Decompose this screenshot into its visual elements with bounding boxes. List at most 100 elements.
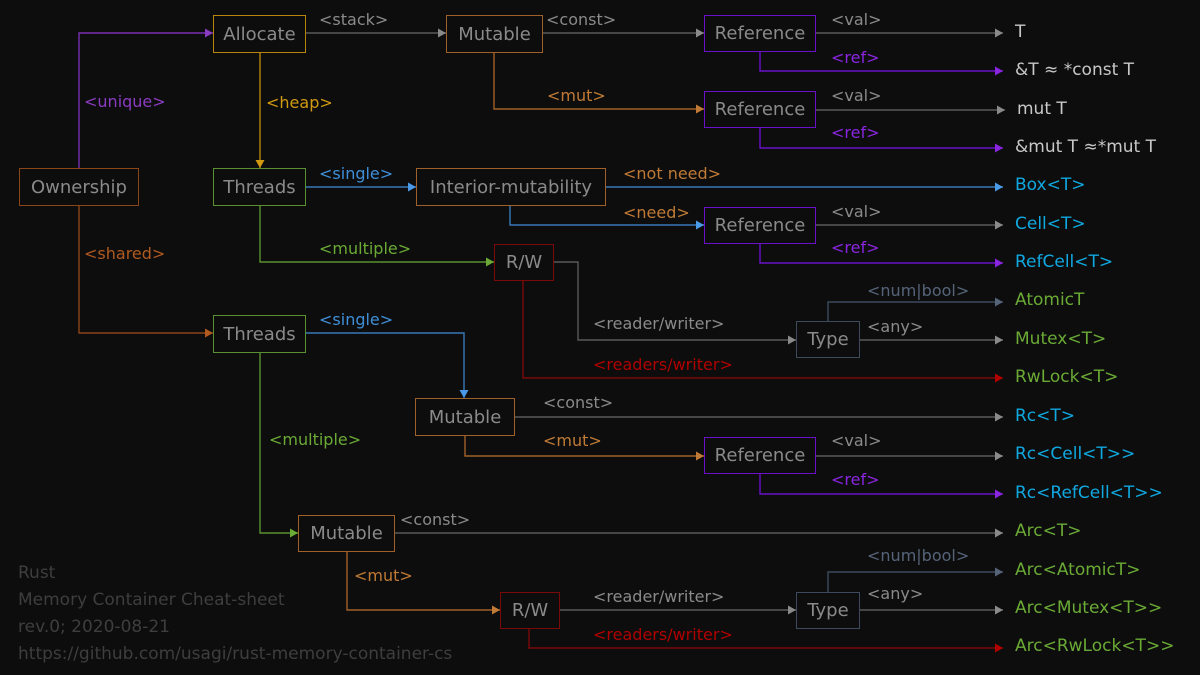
node-reference-interior[interactable]: Reference [704,207,816,244]
edge-num-bool-1-arrowhead-icon [995,297,1003,307]
node-reference-const[interactable]: Reference [704,15,816,52]
edge-single-2-arrowhead-icon [459,390,469,398]
edge-mut-3-arrowhead-icon [492,605,500,615]
label-multiple-1: <multiple> [319,239,412,258]
label-unique: <unique> [84,92,166,111]
label-val-2: <val> [831,86,882,105]
output-rc-cell: Rc<Cell<T>> [1015,444,1136,464]
node-ownership[interactable]: Ownership [19,168,139,206]
output-atomic: AtomicT [1015,290,1085,310]
node-threads-shared[interactable]: Threads [213,315,306,353]
node-type-unique[interactable]: Type [796,321,860,358]
label-mut-2: <mut> [543,431,602,450]
footer-credits: Rust Memory Container Cheat-sheet rev.0;… [18,560,452,668]
label-ref-1: <ref> [831,48,880,67]
edge-const-3-arrowhead-icon [995,528,1003,538]
label-num-bool-2: <num|bool> [867,546,970,565]
output-refcell: RefCell<T> [1015,252,1114,272]
output-box: Box<T> [1015,175,1086,195]
label-num-bool-1: <num|bool> [867,281,970,300]
edge-val-4-arrowhead-icon [995,451,1003,461]
label-val-4: <val> [831,431,882,450]
edge-readers-writer-2-arrowhead-icon [995,643,1003,653]
edge-shared [78,206,213,334]
label-not-need: <not need> [623,164,722,183]
output-rc: Rc<T> [1015,406,1076,426]
output-arc-atomic: Arc<AtomicT> [1015,560,1141,580]
label-single-1: <single> [319,164,394,183]
edge-multiple-1-arrowhead-icon [486,257,494,267]
label-readers-writer-2: <readers/writer> [593,625,733,644]
label-any-1: <any> [867,317,924,336]
label-multiple-2: <multiple> [269,430,362,449]
label-const-2: <const> [543,393,614,412]
node-type-arc[interactable]: Type [796,592,860,629]
label-const-1: <const> [546,10,617,29]
label-heap: <heap> [266,93,333,112]
node-mutable-stack[interactable]: Mutable [446,15,543,53]
output-cell: Cell<T> [1015,214,1086,234]
edge-ref-2 [759,128,1003,149]
label-mut-1: <mut> [547,86,606,105]
edge-num-bool-2-arrowhead-icon [995,567,1003,577]
label-ref-4: <ref> [831,470,880,489]
label-shared: <shared> [84,244,166,263]
label-const-3: <const> [400,510,471,529]
node-mutable-arc[interactable]: Mutable [298,515,395,552]
edge-reader-writer-1-arrowhead-icon [788,335,796,345]
output-arc-mutex: Arc<Mutex<T>> [1015,598,1163,618]
label-val-1: <val> [831,10,882,29]
edge-const-2-arrowhead-icon [995,412,1003,422]
label-single-2: <single> [319,310,394,329]
edge-any-1-arrowhead-icon [995,335,1003,345]
edge-mut-1-arrowhead-icon [696,104,704,114]
output-mutex: Mutex<T> [1015,329,1107,349]
edge-ref-3 [759,244,1003,264]
label-ref-2: <ref> [831,123,880,142]
footer-title: Rust [18,563,56,583]
edge-not-need-arrowhead-icon [995,182,1003,192]
footer-revision: rev.0; 2020-08-21 [18,617,170,637]
edge-ref-3-arrowhead-icon [995,258,1003,268]
edge-readers-writer-1-arrowhead-icon [995,373,1003,383]
edge-ref-1-arrowhead-icon [995,66,1003,76]
edge-any-2-arrowhead-icon [995,605,1003,615]
edge-shared-arrowhead-icon [205,328,213,338]
label-reader-writer-2: <reader/writer> [593,587,725,606]
node-rw-arc[interactable]: R/W [500,592,560,629]
edge-need-arrowhead-icon [696,220,704,230]
edge-single-2 [306,332,465,398]
label-readers-writer-1: <readers/writer> [593,355,733,374]
edge-ref-4-arrowhead-icon [995,489,1003,499]
node-mutable-rc[interactable]: Mutable [415,398,515,436]
output-t: T [1015,22,1026,42]
label-need: <need> [623,203,690,222]
label-reader-writer-1: <reader/writer> [593,314,725,333]
edge-ref-4 [759,474,1003,495]
edge-unique-arrowhead-icon [205,28,213,38]
node-reference-mut[interactable]: Reference [704,91,816,128]
edge-stack-arrowhead-icon [438,28,446,38]
output-rwlock: RwLock<T> [1015,367,1119,387]
node-threads-unique[interactable]: Threads [213,168,306,206]
output-ref-t: &T ≈ *const T [1015,60,1135,80]
label-stack: <stack> [319,10,389,29]
output-ref-mut-t: &mut T ≈*mut T [1015,137,1156,157]
edge-single-1-arrowhead-icon [408,182,416,192]
edge-ref-1 [759,52,1003,72]
output-arc-rwlock: Arc<RwLock<T>> [1015,636,1175,656]
output-arc: Arc<T> [1015,521,1082,541]
edge-val-1-arrowhead-icon [995,28,1003,38]
edge-ref-2-arrowhead-icon [995,143,1003,153]
footer-subtitle: Memory Container Cheat-sheet [18,590,285,610]
node-rw-unique[interactable]: R/W [494,244,554,281]
footer-url[interactable]: https://github.com/usagi/rust-memory-con… [18,641,452,668]
edge-heap-arrowhead-icon [255,160,265,168]
node-reference-rc[interactable]: Reference [704,437,816,474]
edge-val-3-arrowhead-icon [995,220,1003,230]
edge-reader-writer-2-arrowhead-icon [788,605,796,615]
node-interior-mutability[interactable]: Interior-mutability [416,168,606,206]
node-allocate[interactable]: Allocate [213,15,306,53]
label-any-2: <any> [867,584,924,603]
output-rc-refcell: Rc<RefCell<T>> [1015,483,1163,503]
